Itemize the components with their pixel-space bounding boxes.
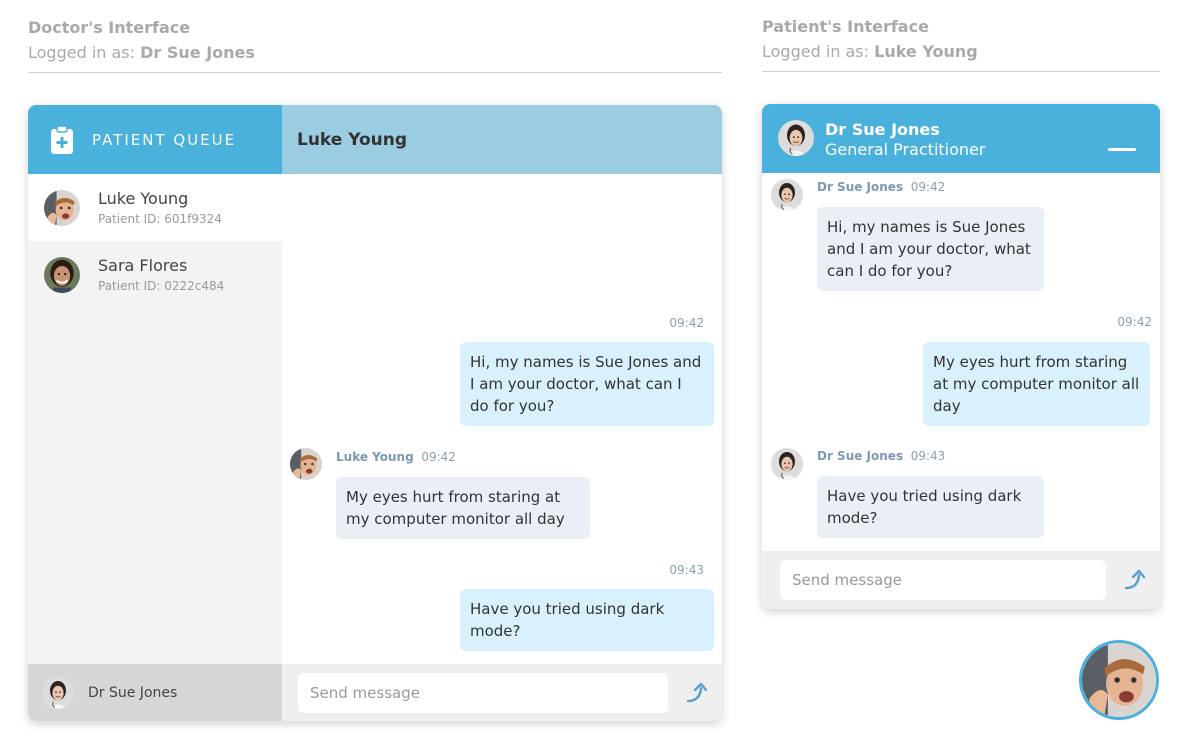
message-bubble-outgoing: Have you tried using dark mode? [460, 589, 714, 651]
message-time: 09:42 [910, 180, 946, 194]
patient-id: Patient ID: 601f9324 [98, 212, 222, 226]
message-meta: Luke Young 09:42 [336, 450, 456, 464]
doctor-interface-header: Doctor's Interface Logged in as: Dr Sue … [28, 18, 255, 62]
avatar [1082, 643, 1156, 717]
message-time: 09:43 [910, 449, 946, 463]
doctor-logged-in: Logged in as: Dr Sue Jones [28, 43, 255, 62]
avatar [771, 448, 803, 480]
patient-divider [762, 71, 1160, 72]
message-sender: Dr Sue Jones [817, 449, 904, 463]
chat-title: Luke Young [297, 129, 408, 150]
queue-item-sara-flores[interactable]: Sara Flores Patient ID: 0222c484 [28, 241, 282, 308]
message-bubble-incoming: My eyes hurt from staring at my computer… [336, 477, 590, 539]
avatar [290, 448, 322, 480]
doctor-profile-footer: Dr Sue Jones [28, 664, 282, 721]
doctor-divider [28, 72, 722, 73]
patient-queue-header: PATIENT QUEUE [28, 105, 282, 174]
doctor-chat-panel: PATIENT QUEUE Luke Young Patient ID: 601… [28, 105, 722, 721]
message-bubble-incoming: Hi, my names is Sue Jones and I am your … [817, 207, 1044, 291]
patient-interface-title: Patient's Interface [762, 17, 929, 36]
message-meta: Dr Sue Jones 09:43 [817, 449, 945, 463]
logged-in-label: Logged in as: [762, 42, 870, 61]
logged-in-user: Dr Sue Jones [140, 43, 255, 62]
doctor-role: General Practitioner [825, 140, 986, 159]
avatar [44, 190, 80, 226]
avatar [42, 677, 74, 709]
message-time: 09:42 [1117, 315, 1152, 329]
message-bubble-incoming: Have you tried using dark mode? [817, 476, 1044, 538]
message-input[interactable] [298, 672, 668, 713]
message-sender: Dr Sue Jones [817, 180, 904, 194]
patient-chat-header: Dr Sue Jones General Practitioner [762, 104, 1160, 173]
message-meta: Dr Sue Jones 09:42 [817, 180, 945, 194]
send-button[interactable] [1122, 567, 1148, 593]
patient-queue: PATIENT QUEUE Luke Young Patient ID: 601… [28, 105, 282, 721]
minimize-button[interactable] [1108, 148, 1136, 151]
message-time: 09:42 [669, 316, 704, 330]
patient-chat-panel: Dr Sue Jones General Practitioner Dr Sue… [762, 104, 1160, 609]
avatar [771, 179, 803, 211]
patient-name: Sara Flores [98, 256, 188, 275]
doctor-name: Dr Sue Jones [825, 120, 940, 139]
patient-interface-header: Patient's Interface Logged in as: Luke Y… [762, 17, 978, 61]
doctor-name: Dr Sue Jones [88, 684, 178, 701]
message-time: 09:43 [669, 563, 704, 577]
message-input[interactable] [780, 560, 1106, 600]
message-sender: Luke Young [336, 450, 414, 464]
chat-footer [282, 664, 722, 721]
doctor-avatar [778, 120, 814, 156]
chat-header: Luke Young [282, 105, 722, 174]
patient-avatar-button[interactable] [1079, 640, 1159, 720]
doctor-chat: Luke Young 09:42 Hi, my names is Sue Jon… [282, 105, 722, 721]
queue-item-luke-young[interactable]: Luke Young Patient ID: 601f9324 [28, 174, 282, 241]
logged-in-label: Logged in as: [28, 43, 136, 62]
message-bubble-outgoing: Hi, my names is Sue Jones and I am your … [460, 342, 714, 426]
doctor-interface-title: Doctor's Interface [28, 18, 191, 37]
patient-queue-title: PATIENT QUEUE [92, 130, 237, 149]
patient-id: Patient ID: 0222c484 [98, 279, 225, 293]
send-arrow-icon [1124, 569, 1146, 590]
message-time: 09:42 [421, 450, 456, 464]
patient-name: Luke Young [98, 189, 189, 208]
send-button[interactable] [684, 680, 710, 706]
logged-in-user: Luke Young [874, 42, 978, 61]
medical-clipboard-icon [50, 124, 74, 155]
chat-footer [762, 551, 1160, 609]
avatar [44, 257, 80, 293]
message-bubble-outgoing: My eyes hurt from staring at my computer… [923, 342, 1150, 426]
patient-logged-in: Logged in as: Luke Young [762, 42, 978, 61]
send-arrow-icon [686, 682, 708, 702]
